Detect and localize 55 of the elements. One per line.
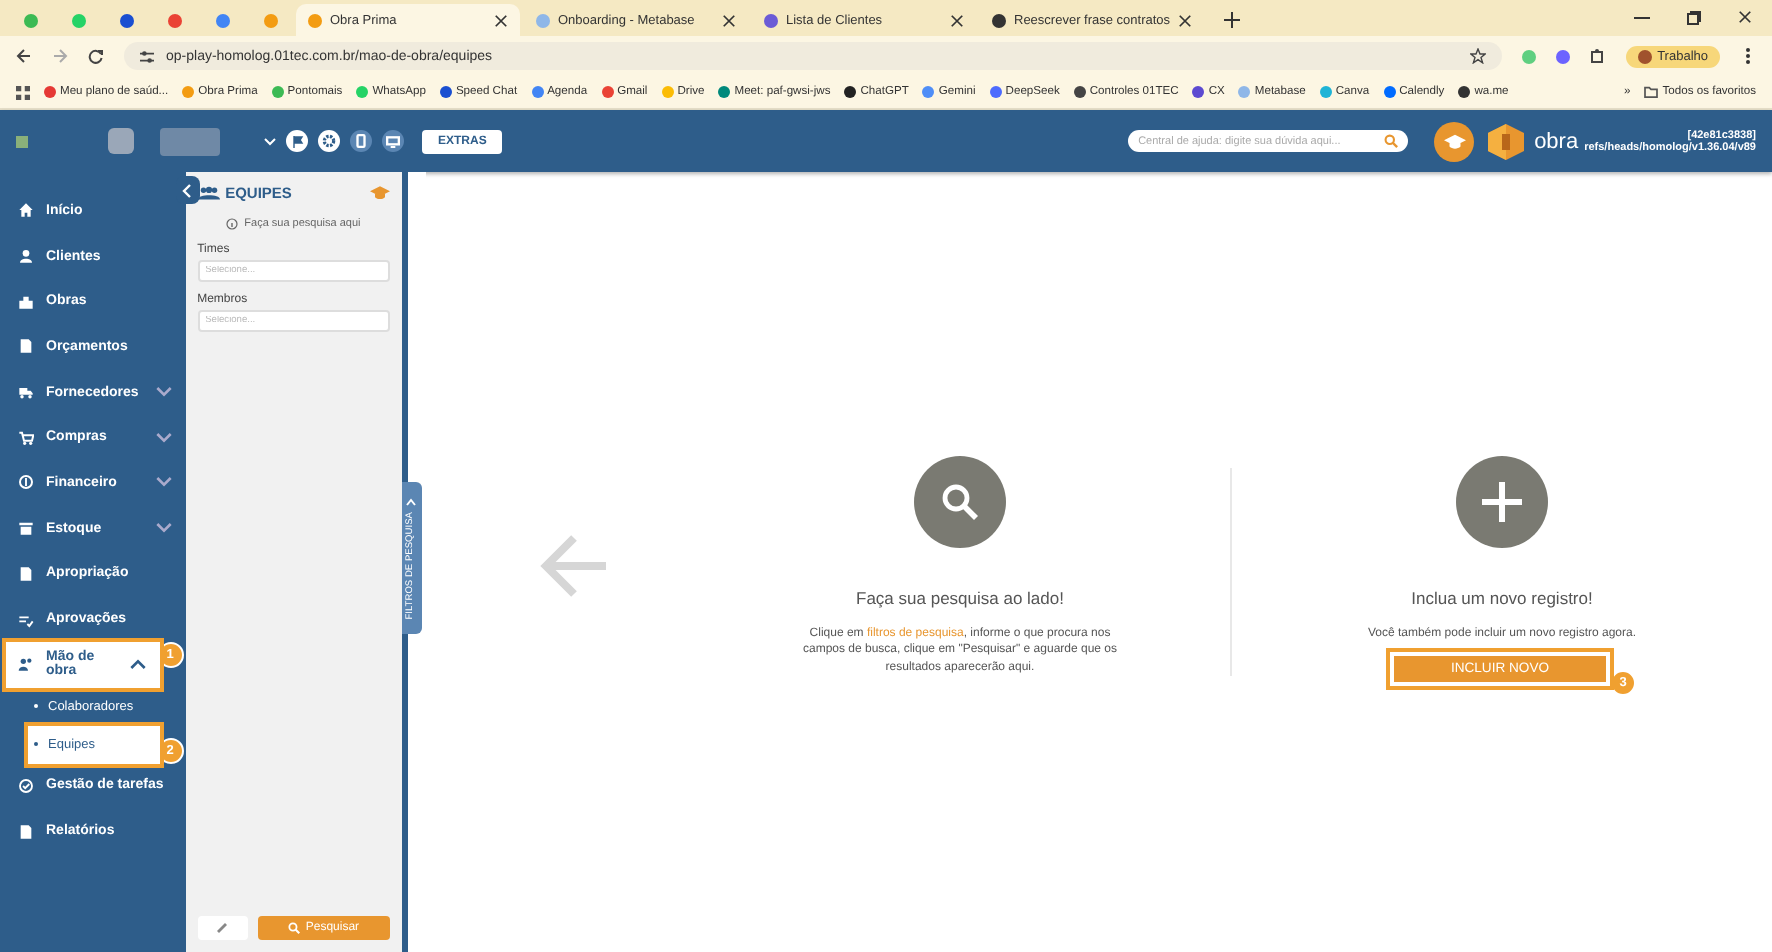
search-icon [914,456,1006,548]
blurred-name [160,127,220,155]
extension-icon[interactable] [1555,49,1570,63]
chevron-down-icon[interactable] [155,520,172,537]
chevron-left-icon [182,183,193,197]
truck-icon [18,384,34,401]
chevron-down-icon[interactable] [155,474,172,491]
home-icon [18,202,34,219]
chevron-up-icon[interactable] [129,656,146,673]
settings-icon[interactable] [318,130,340,152]
close-icon[interactable] [1178,13,1192,27]
chevron-down-icon[interactable] [155,429,172,446]
people-icon [18,656,34,673]
close-icon[interactable] [494,13,508,27]
close-icon[interactable] [1738,10,1752,24]
arrow-left-icon [538,532,610,600]
check-circle-icon [18,777,34,794]
star-icon[interactable] [1469,48,1486,64]
building-icon [18,293,34,310]
close-icon[interactable] [722,13,736,27]
back-icon[interactable] [16,48,32,64]
eraser-icon [216,922,229,934]
cart-icon [18,429,34,446]
close-icon[interactable] [950,13,964,27]
card-title: Inclua um novo registro! [1411,588,1593,608]
coin-icon [18,474,34,491]
info-icon [226,218,239,230]
logo-text: obra [1534,129,1579,153]
blurred-logo [16,135,28,147]
apps-icon[interactable] [16,85,30,99]
plus-icon [1456,456,1548,548]
document-icon [18,823,34,840]
checklist-icon [18,611,34,628]
search-icon [287,922,300,934]
new-tab-icon[interactable] [1224,12,1240,28]
document-icon [18,338,34,355]
card-title: Faça sua pesquisa ao lado! [856,588,1064,608]
box-icon [18,520,34,537]
person-icon [18,248,34,265]
flag-icon[interactable] [286,130,308,152]
monitor-icon[interactable] [382,130,404,152]
chevron-down-icon[interactable] [155,384,172,401]
phone-icon[interactable] [350,130,372,152]
reload-icon[interactable] [88,48,104,64]
hexagon-logo-icon [1484,121,1529,161]
site-settings-icon[interactable] [140,49,154,63]
blurred-avatar [108,128,134,154]
restore-icon[interactable] [1686,10,1702,26]
people-icon [197,186,220,200]
puzzle-icon[interactable] [1589,48,1606,64]
document-icon [18,565,34,582]
more-icon[interactable] [1740,46,1756,66]
chevron-up-icon [406,497,417,506]
graduation-cap-icon[interactable] [1434,121,1475,161]
folder-icon [1644,86,1659,98]
